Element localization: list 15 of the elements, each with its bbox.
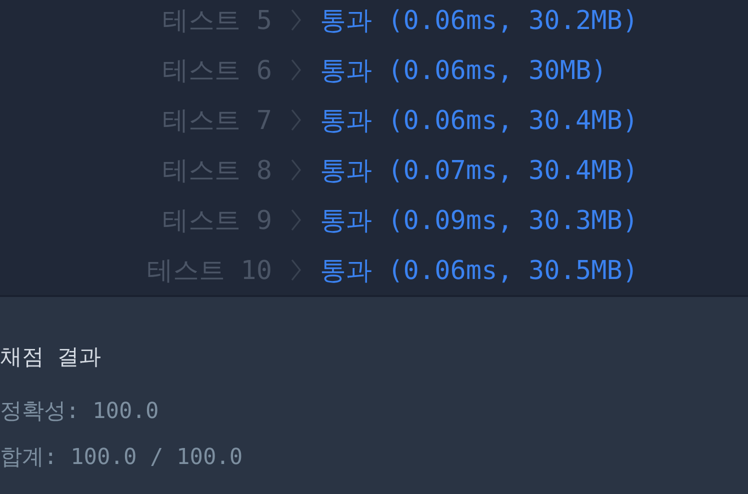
chevron-icon [290, 258, 302, 282]
chevron-icon [290, 8, 302, 32]
score-line: 정확성: 100.0 [0, 398, 160, 426]
chevron-icon [290, 208, 302, 232]
score-line: 합계: 100.0 / 100.0 [0, 444, 244, 472]
test-result: 통과 (0.06ms, 30.5MB) [320, 254, 640, 288]
section-title: 채점 결과 [0, 344, 102, 372]
chevron-icon [290, 58, 302, 82]
test-result: 통과 (0.06ms, 30.4MB) [320, 104, 640, 138]
test-result: 통과 (0.09ms, 30.3MB) [320, 204, 640, 238]
test-result: 통과 (0.06ms, 30.2MB) [320, 4, 640, 38]
test-result: 통과 (0.06ms, 30MB) [320, 54, 608, 88]
chevron-icon [290, 158, 302, 182]
chevron-icon [290, 108, 302, 132]
test-result: 통과 (0.07ms, 30.4MB) [320, 154, 640, 188]
